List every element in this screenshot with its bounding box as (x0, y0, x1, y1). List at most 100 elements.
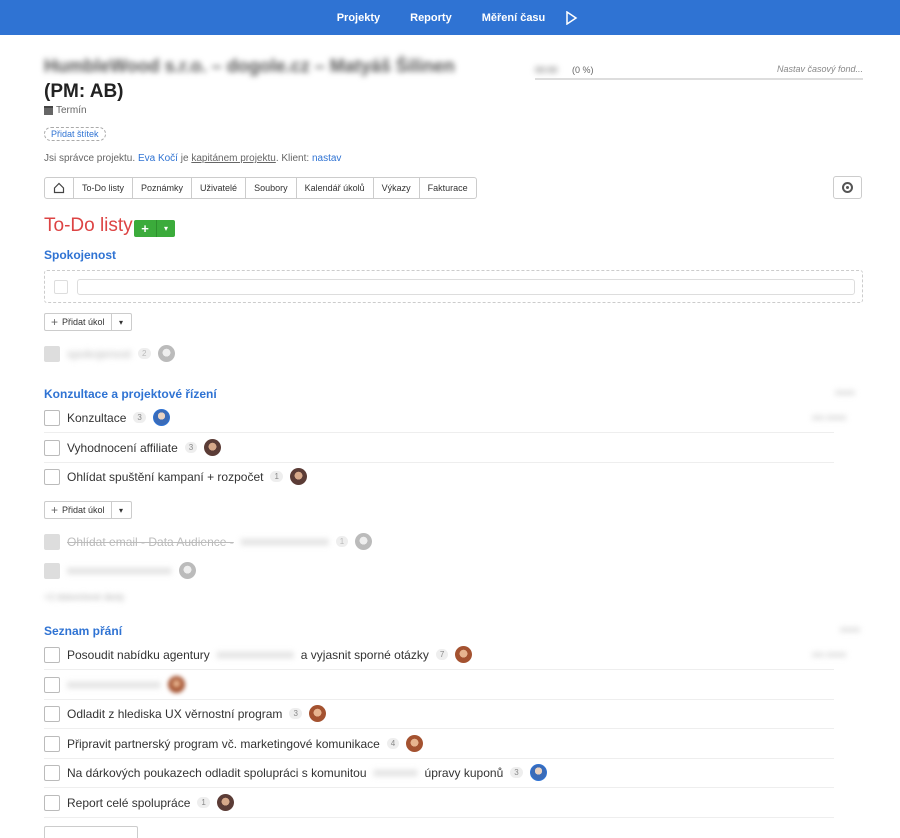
avatar (178, 562, 196, 579)
task-checkbox[interactable] (44, 533, 60, 550)
plus-icon: + (51, 503, 59, 517)
task-label[interactable]: Ohlídat email - Data Audience - (67, 535, 234, 549)
task-row: Ohlídat spuštění kampaní + rozpočet 1 (44, 468, 307, 485)
task-row: Na dárkových poukazech odladit spoluprác… (44, 764, 547, 781)
tab-home[interactable] (45, 178, 74, 198)
new-task-form (44, 270, 863, 303)
row-divider (44, 787, 834, 788)
task-label-blurred: xxxxxxxxxxxxxx (216, 648, 294, 661)
task-row: Odladit z hlediska UX věrnostní program … (44, 705, 326, 722)
task-label[interactable]: spokojenost (67, 347, 131, 361)
row-divider (44, 758, 834, 759)
task-checkbox[interactable] (44, 345, 60, 362)
task-label[interactable]: Ohlídat spuštění kampaní + rozpočet (67, 470, 263, 484)
task-label-blurred: xxxxxxxxxxxxxxxxxxx (67, 564, 172, 577)
client-prefix: . Klient: (275, 153, 310, 164)
manager-name-link[interactable]: Eva Kočí (138, 153, 178, 164)
list-title-spokojenost[interactable]: Spokojenost (44, 248, 116, 262)
task-count: 2 (138, 348, 151, 359)
plus-icon: + (51, 315, 59, 329)
task-checkbox[interactable] (44, 646, 60, 663)
project-manager-line: Jsi správce projektu. Eva Kočí je kapitá… (44, 153, 341, 164)
task-checkbox[interactable] (44, 439, 60, 456)
add-list-dropdown[interactable]: ▾ (156, 220, 175, 237)
task-label-tail[interactable]: úpravy kuponů (425, 766, 504, 780)
list-meta-blurred: xxxxx (835, 388, 855, 397)
task-label-blurred: xxxxxxxx (373, 766, 418, 779)
avatar (157, 345, 175, 362)
avatar (455, 646, 473, 663)
project-tabs: To-Do listy Poznámky Uživatelé Soubory K… (44, 177, 477, 199)
avatar (152, 409, 170, 426)
avatar (167, 676, 185, 693)
tab-kalendar-ukolu[interactable]: Kalendář úkolů (297, 178, 374, 198)
task-count: 1 (270, 471, 283, 482)
row-divider (44, 699, 834, 700)
add-task-label: + Přidat úkol (45, 502, 112, 518)
add-task-button-1[interactable]: + Přidat úkol ▾ (44, 313, 132, 331)
task-label[interactable]: Odladit z hlediska UX věrnostní program (67, 707, 282, 721)
task-label[interactable]: Posoudit nabídku agentury (67, 648, 210, 662)
task-count: 3 (133, 412, 146, 423)
task-label[interactable]: Report celé spolupráce (67, 796, 190, 810)
task-label[interactable]: Na dárkových poukazech odladit spoluprác… (67, 766, 367, 780)
add-list-button-group: + ▾ (134, 220, 175, 237)
task-label[interactable]: Vyhodnocení affiliate (67, 441, 178, 455)
avatar (204, 439, 222, 456)
tab-uzivatele[interactable]: Uživatelé (192, 178, 247, 198)
play-icon[interactable] (564, 10, 578, 25)
add-tag-button[interactable]: Přidat štítek (44, 127, 106, 141)
add-list-button[interactable]: + (134, 220, 156, 237)
task-row: Konzultace 3 (44, 409, 170, 426)
task-count: 3 (510, 767, 523, 778)
avatar (529, 764, 547, 781)
new-task-input[interactable] (77, 279, 855, 295)
add-task-label: + Přidat úkol (45, 314, 112, 330)
task-row: xxxxxxxxxxxxxxxxx (44, 676, 185, 693)
list-title-konzultace[interactable]: Konzultace a projektové řízení (44, 387, 217, 401)
tab-soubory[interactable]: Soubory (246, 178, 297, 198)
task-checkbox[interactable] (44, 735, 60, 752)
nav-reporty[interactable]: Reporty (395, 12, 467, 24)
task-checkbox[interactable] (44, 676, 60, 693)
task-count: 7 (435, 649, 449, 660)
task-row-done: spokojenost 2 (44, 345, 175, 362)
completed-tasks-link[interactable]: +2 dokončené úkoly (44, 592, 124, 602)
task-checkbox[interactable] (44, 562, 60, 579)
task-meta-blurred: xxx xxxxx (812, 413, 847, 422)
task-count: 3 (184, 442, 198, 453)
task-label[interactable]: Konzultace (67, 411, 126, 425)
list-title-seznam-prani[interactable]: Seznam přání (44, 624, 122, 638)
task-count: 1 (335, 536, 349, 547)
calendar-icon (44, 106, 53, 115)
time-fund-link[interactable]: Nastav časový fond... (777, 64, 863, 74)
project-title-blurred: HumbleWood s.r.o. – dogole.cz – Matyáš Š… (44, 56, 455, 76)
task-checkbox[interactable] (44, 468, 60, 485)
task-label[interactable]: Připravit partnerský program vč. marketi… (67, 737, 380, 751)
row-divider (44, 669, 834, 670)
nav-projekty[interactable]: Projekty (322, 12, 395, 24)
tab-fakturace[interactable]: Fakturace (420, 178, 476, 198)
settings-button[interactable] (833, 176, 862, 199)
task-checkbox[interactable] (44, 794, 60, 811)
tab-todo-listy[interactable]: To-Do listy (74, 178, 134, 198)
manager-mid: je (180, 153, 189, 164)
tab-poznamky[interactable]: Poznámky (133, 178, 193, 198)
nav-mereni-casu[interactable]: Měření času (467, 12, 561, 24)
termin[interactable]: Termín (44, 105, 87, 116)
add-task-button-2[interactable]: + Přidat úkol ▾ (44, 501, 132, 519)
avatar (216, 794, 234, 811)
new-task-checkbox (54, 280, 68, 294)
tab-vykazy[interactable]: Výkazy (374, 178, 420, 198)
task-checkbox[interactable] (44, 764, 60, 781)
chevron-down-icon[interactable]: ▾ (112, 502, 131, 518)
client-link[interactable]: nastav (312, 153, 341, 164)
task-checkbox[interactable] (44, 409, 60, 426)
task-row-done: Ohlídat email - Data Audience - xxxxxxxx… (44, 533, 373, 550)
chevron-down-icon[interactable]: ▾ (112, 314, 131, 330)
manager-prefix: Jsi správce projektu. (44, 153, 136, 164)
task-row: Report celé spolupráce 1 (44, 794, 234, 811)
add-task-button-3[interactable] (44, 826, 138, 838)
task-checkbox[interactable] (44, 705, 60, 722)
task-label-tail[interactable]: a vyjasnit sporné otázky (301, 648, 429, 662)
